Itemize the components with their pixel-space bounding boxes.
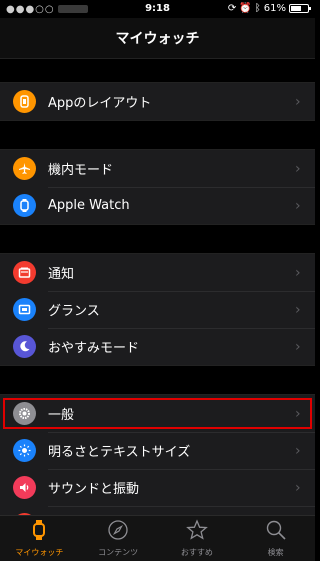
chevron-right-icon: › — [295, 160, 301, 177]
settings-row[interactable]: Apple Watch › — [0, 187, 315, 224]
settings-row[interactable]: サウンドと振動 › — [0, 469, 315, 506]
settings-row-label: 機内モード — [48, 163, 114, 178]
chevron-right-icon: › — [295, 479, 301, 496]
settings-row-label: Apple Watch — [48, 198, 130, 213]
tab-label: マイウォッチ — [15, 548, 64, 557]
status-bar: ●●●○○ 9:18 ⟳ ⏰ ᛒ 61% — [0, 0, 315, 18]
chevron-right-icon: › — [295, 93, 301, 110]
chevron-right-icon: › — [295, 338, 301, 355]
glances-icon — [13, 298, 36, 321]
notification-icon — [13, 261, 36, 284]
star-icon — [186, 519, 208, 545]
settings-row-label: 明るさとテキストサイズ — [48, 445, 191, 460]
settings-row[interactable]: 通知 › — [0, 254, 315, 291]
tab-label: コンテンツ — [98, 548, 139, 557]
chevron-right-icon: › — [295, 197, 301, 214]
chevron-right-icon: › — [295, 442, 301, 459]
app-layout-icon — [13, 90, 36, 113]
tab-bar: マイウォッチ コンテンツ おすすめ 検索 — [0, 515, 315, 561]
settings-row-label: グランス — [48, 304, 100, 319]
tab-label: 検索 — [267, 548, 284, 557]
chevron-right-icon: › — [295, 405, 301, 422]
settings-row[interactable]: 明るさとテキストサイズ › — [0, 432, 315, 469]
settings-row-label: 一般 — [48, 408, 75, 423]
chevron-right-icon: › — [295, 264, 301, 281]
settings-list[interactable]: Appのレイアウト › 機内モード › Apple Watch › 通知 › グランス › おやすみ… — [0, 59, 315, 544]
speaker-icon — [13, 476, 36, 499]
search-icon — [265, 519, 287, 545]
tab-star[interactable]: おすすめ — [158, 516, 237, 561]
page-title: マイウォッチ — [115, 31, 200, 47]
airplane-icon — [13, 157, 36, 180]
sun-icon — [13, 439, 36, 462]
alarm-icon: ⏰ — [239, 3, 252, 14]
battery-percent: 61% — [263, 3, 286, 14]
watch-icon — [28, 519, 50, 545]
apple-watch-icon — [13, 194, 36, 217]
tab-watch[interactable]: マイウォッチ — [0, 516, 79, 561]
settings-row[interactable]: グランス › — [0, 291, 315, 328]
settings-row[interactable]: おやすみモード › — [0, 328, 315, 365]
tab-search[interactable]: 検索 — [236, 516, 315, 561]
settings-section: 機内モード › Apple Watch › — [0, 149, 315, 225]
tab-compass[interactable]: コンテンツ — [79, 516, 158, 561]
navigation-bar: マイウォッチ — [0, 18, 315, 59]
settings-row-label: 通知 — [48, 267, 75, 282]
gear-icon — [13, 402, 36, 425]
settings-section: 通知 › グランス › おやすみモード › — [0, 253, 315, 366]
settings-row[interactable]: 一般 › — [0, 395, 315, 432]
settings-row-label: Appのレイアウト — [48, 96, 152, 111]
rotation-lock-icon: ⟳ — [227, 3, 237, 14]
tab-label: おすすめ — [180, 548, 213, 557]
moon-icon — [13, 335, 36, 358]
settings-row-label: おやすみモード — [48, 341, 140, 356]
settings-row-label: サウンドと振動 — [48, 482, 140, 497]
settings-row[interactable]: Appのレイアウト › — [0, 83, 315, 120]
battery-icon — [289, 4, 311, 13]
compass-icon — [107, 519, 129, 545]
bluetooth-icon: ᛒ — [254, 3, 261, 14]
settings-row[interactable]: 機内モード › — [0, 150, 315, 187]
settings-section: Appのレイアウト › — [0, 82, 315, 121]
chevron-right-icon: › — [295, 301, 301, 318]
